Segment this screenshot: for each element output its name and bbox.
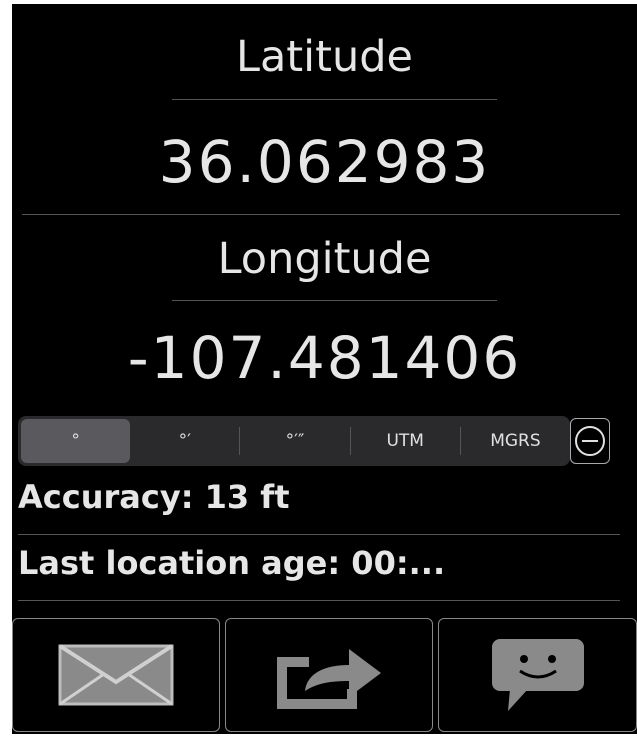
coordinate-format-selector: ° °′ °′″ UTM MGRS	[18, 416, 570, 466]
age-divider	[18, 600, 620, 601]
latitude-divider	[22, 214, 620, 215]
format-degrees-label: °	[71, 431, 80, 451]
accuracy-text: Accuracy: 13 ft	[18, 478, 290, 516]
location-age-text: Last location age: 00:...	[18, 544, 446, 582]
format-deg-min-sec-segment[interactable]: °′″	[240, 419, 349, 463]
format-degrees-segment[interactable]: °	[21, 419, 131, 463]
accuracy-divider	[18, 534, 620, 535]
format-deg-min-sec-label: °′″	[285, 431, 305, 451]
app-screen: Latitude 36.062983 Longitude -107.481406…	[12, 4, 637, 734]
latitude-value: 36.062983	[158, 128, 491, 196]
format-deg-min-label: °′	[178, 431, 191, 451]
format-mgrs-label: MGRS	[490, 431, 541, 451]
format-utm-segment[interactable]: UTM	[351, 419, 460, 463]
format-deg-min-segment[interactable]: °′	[130, 419, 239, 463]
mail-icon	[58, 644, 174, 706]
latitude-label: Latitude	[236, 32, 413, 82]
longitude-value: -107.481406	[127, 324, 522, 392]
format-mgrs-segment[interactable]: MGRS	[461, 419, 570, 463]
share-icon	[277, 649, 381, 709]
format-utm-label: UTM	[386, 431, 424, 451]
minus-circle-icon	[575, 426, 605, 456]
longitude-label: Longitude	[217, 234, 432, 284]
share-button[interactable]	[225, 618, 433, 732]
message-icon	[491, 639, 584, 711]
action-button-row	[12, 618, 637, 732]
latitude-label-divider	[172, 99, 497, 100]
collapse-button[interactable]	[570, 418, 610, 464]
longitude-label-divider	[172, 300, 497, 301]
message-button[interactable]	[438, 618, 637, 732]
email-button[interactable]	[12, 618, 220, 732]
